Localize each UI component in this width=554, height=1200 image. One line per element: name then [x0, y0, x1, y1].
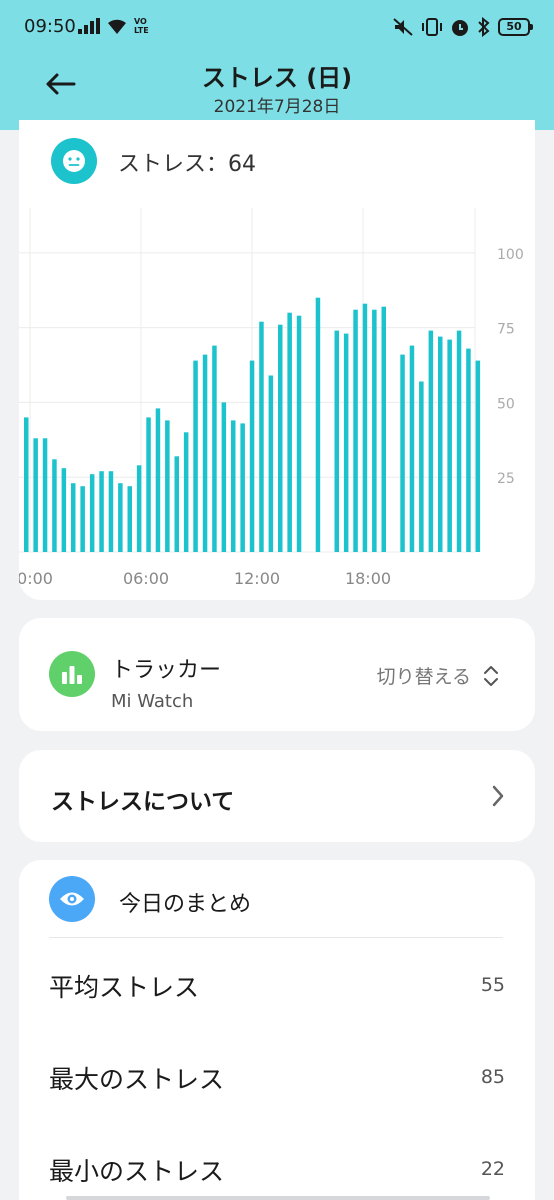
stat-value: 85: [480, 1066, 505, 1088]
stress-bar: [287, 312, 292, 552]
stress-bar: [343, 333, 349, 552]
summary-title: 今日のまとめ: [119, 892, 252, 917]
stress-bar: [475, 360, 481, 552]
stat-label: 平均ストレス: [49, 973, 200, 1002]
stress-bar: [362, 303, 368, 552]
stress-bar: [42, 438, 48, 552]
stress-bar: [409, 345, 415, 552]
stress-bar: [419, 381, 424, 552]
mute-vibrate-icon: [393, 18, 413, 36]
stress-bar: [334, 330, 339, 552]
stress-bar: [99, 471, 104, 552]
stress-bar: [438, 336, 443, 552]
stat-label: 最大のストレス: [49, 1065, 225, 1094]
stress-bar: [183, 432, 189, 552]
stress-bar: [33, 438, 38, 552]
stress-bar: [231, 420, 236, 552]
stress-chart-card: ストレス：64 100 75 50 25 0:00 06:00 12:00 18:00: [19, 120, 535, 600]
stress-bar: [202, 354, 208, 552]
signal-icon: [78, 18, 100, 34]
x-tick-label: 18:00: [345, 569, 391, 588]
eye-icon: [49, 876, 95, 922]
stress-bar: [400, 354, 405, 552]
stress-bar: [89, 474, 95, 552]
about-stress-link[interactable]: ストレスについて: [19, 750, 535, 842]
tracker-title: トラッカー: [111, 658, 222, 683]
stress-bar: [456, 330, 462, 552]
y-tick-label: 75: [497, 322, 515, 338]
stress-bar: [108, 471, 114, 552]
stat-label: 最小のストレス: [49, 1157, 225, 1186]
stat-row-average: 平均ストレス 55: [49, 968, 505, 1008]
battery-icon: 50: [498, 18, 533, 36]
bar-chart-icon: [49, 651, 95, 697]
stress-bar: [372, 309, 377, 552]
stress-bar: [24, 417, 29, 552]
stress-bar: [381, 306, 386, 552]
stress-bar: [52, 459, 57, 552]
x-tick-label: 0:00: [19, 569, 53, 588]
stress-bar: [315, 297, 321, 552]
alarm-icon: [452, 20, 468, 36]
scroll-indicator: [66, 1196, 490, 1200]
stress-bar: [249, 360, 255, 552]
status-bar: 09:50 VO LTE 50: [0, 0, 554, 56]
status-left-icons: VO LTE: [78, 15, 152, 37]
stress-bar: [136, 465, 142, 552]
stress-bar: [174, 456, 179, 552]
stat-value: 22: [480, 1158, 505, 1180]
page-date: 2021年7月28日: [213, 97, 341, 117]
wifi-icon: [108, 19, 126, 34]
chevron-right-icon: [492, 785, 504, 807]
status-time: 09:50: [24, 16, 76, 37]
current-stress-value: ストレス：64: [118, 152, 256, 177]
stress-bar: [221, 402, 227, 552]
stress-bar: [278, 324, 283, 552]
stress-bar: [212, 345, 217, 552]
stress-bar: [428, 330, 434, 552]
stat-row-max: 最大のストレス 85: [49, 1060, 505, 1100]
tracker-card: トラッカー Mi Watch 切り替える: [19, 618, 535, 731]
volte-icon: VO LTE: [134, 17, 149, 35]
page-title: ストレス (日): [201, 64, 353, 92]
bluetooth-icon: [478, 17, 490, 37]
stress-bar: [71, 483, 76, 552]
tracker-device-name: Mi Watch: [111, 691, 194, 712]
stat-row-min: 最小のストレス 22: [49, 1152, 505, 1192]
stress-bar: [155, 408, 161, 552]
status-right-icons: 50: [392, 15, 533, 39]
stress-bar: [127, 486, 132, 552]
stress-bar: [118, 483, 123, 552]
stress-bar-chart: 100 75 50 25 0:00 06:00 12:00 18:00: [19, 208, 524, 588]
divider: [49, 937, 503, 938]
stress-bar: [268, 375, 274, 552]
stress-bar: [80, 486, 85, 552]
stress-bar: [466, 348, 471, 552]
x-tick-label: 12:00: [234, 569, 280, 588]
app-header: 09:50 VO LTE 50 ストレス (日) 2021年7月28日: [0, 0, 554, 130]
stat-value: 55: [480, 974, 505, 996]
stress-bar: [296, 315, 302, 552]
up-down-chevron-icon: [484, 665, 498, 686]
about-stress-label: ストレスについて: [51, 789, 235, 815]
stress-face-icon: [51, 138, 97, 184]
stress-bar: [193, 360, 198, 552]
stress-bar: [353, 309, 358, 552]
stress-bar: [61, 468, 67, 552]
x-tick-label: 06:00: [123, 569, 169, 588]
stress-bar: [447, 339, 452, 552]
stress-bar: [259, 321, 264, 552]
y-tick-label: 100: [497, 247, 524, 263]
stress-bar: [146, 417, 151, 552]
switch-tracker-button[interactable]: 切り替える: [377, 662, 499, 689]
switch-tracker-label: 切り替える: [376, 666, 471, 688]
daily-summary-card: 今日のまとめ 平均ストレス 55 最大のストレス 85 最小のストレス 22: [19, 860, 535, 1200]
vibrate-icon: [422, 18, 442, 36]
stress-bar: [165, 420, 170, 552]
y-tick-label: 25: [497, 471, 515, 487]
y-tick-label: 50: [497, 396, 515, 412]
stress-bar: [240, 423, 245, 552]
